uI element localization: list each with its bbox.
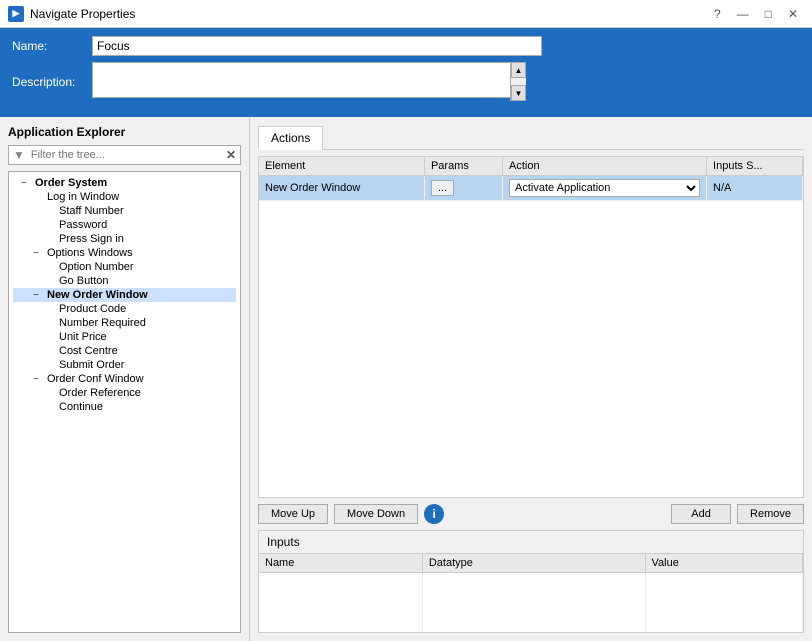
inputs-col-value: Value [645, 554, 802, 573]
app-explorer-title: Application Explorer [8, 125, 241, 139]
table-row[interactable]: New Order Window... Activate ApplicationC… [259, 176, 803, 201]
tree-label-order-reference: Order Reference [59, 387, 141, 399]
tree-label-log-in-window: Log in Window [47, 191, 119, 203]
tree-label-cost-centre: Cost Centre [59, 345, 118, 357]
col-action: Action [503, 157, 707, 176]
col-params: Params [424, 157, 502, 176]
tree-label-product-code: Product Code [59, 303, 126, 315]
tree-toggle-new-order-window[interactable]: − [33, 290, 47, 301]
filter-row: ▼ ✕ [8, 145, 241, 165]
tree-container: −Order SystemLog in WindowStaff NumberPa… [8, 171, 241, 633]
tree-item-unit-price[interactable]: Unit Price [13, 330, 236, 344]
description-wrapper: ▲ ▼ [92, 62, 526, 101]
cell-params: ... [424, 176, 502, 201]
title-bar: ▶ Navigate Properties ? — □ ✕ [0, 0, 812, 28]
tree-label-order-system: Order System [35, 177, 107, 189]
tree-item-staff-number[interactable]: Staff Number [13, 204, 236, 218]
app-icon: ▶ [8, 6, 24, 22]
table-header-row: Element Params Action Inputs S... [259, 157, 803, 176]
tree-item-continue[interactable]: Continue [13, 400, 236, 414]
tab-bar: Actions [258, 125, 804, 150]
col-inputs: Inputs S... [707, 157, 803, 176]
tab-actions[interactable]: Actions [258, 126, 323, 150]
tree-label-go-button: Go Button [59, 275, 109, 287]
tree-label-order-conf-window: Order Conf Window [47, 373, 144, 385]
scroll-down[interactable]: ▼ [511, 85, 526, 101]
main-content: Application Explorer ▼ ✕ −Order SystemLo… [0, 117, 812, 641]
tree-toggle-order-conf-window[interactable]: − [33, 374, 47, 385]
tree-item-order-reference[interactable]: Order Reference [13, 386, 236, 400]
tree-label-options-windows: Options Windows [47, 247, 133, 259]
tree-item-press-sign-in[interactable]: Press Sign in [13, 232, 236, 246]
cell-element: New Order Window [259, 176, 424, 201]
tree-item-submit-order[interactable]: Submit Order [13, 358, 236, 372]
inputs-empty-row [259, 572, 803, 632]
params-button[interactable]: ... [431, 180, 454, 196]
title-bar-controls: ? — □ ✕ [708, 5, 804, 23]
tree-item-log-in-window[interactable]: Log in Window [13, 190, 236, 204]
tree-label-new-order-window: New Order Window [47, 289, 148, 301]
inputs-table: Name Datatype Value [259, 554, 803, 633]
inputs-section: Inputs Name Datatype Value [258, 530, 804, 634]
inputs-col-datatype: Datatype [422, 554, 645, 573]
action-select[interactable]: Activate ApplicationClickType TextNaviga… [509, 179, 700, 197]
tree-item-options-windows[interactable]: −Options Windows [13, 246, 236, 260]
description-row: Description: ▲ ▼ [12, 62, 800, 101]
tree-item-product-code[interactable]: Product Code [13, 302, 236, 316]
move-down-button[interactable]: Move Down [334, 504, 418, 524]
left-panel: Application Explorer ▼ ✕ −Order SystemLo… [0, 117, 250, 641]
col-element: Element [259, 157, 424, 176]
tree-item-new-order-window[interactable]: −New Order Window [13, 288, 236, 302]
tree-item-order-conf-window[interactable]: −Order Conf Window [13, 372, 236, 386]
add-button[interactable]: Add [671, 504, 731, 524]
action-buttons-row: Move Up Move Down i Add Remove [258, 504, 804, 524]
tree-label-password: Password [59, 219, 107, 231]
tree-item-password[interactable]: Password [13, 218, 236, 232]
filter-icon: ▼ [9, 146, 29, 164]
scroll-up[interactable]: ▲ [511, 62, 526, 78]
info-icon[interactable]: i [424, 504, 444, 524]
inputs-header-row: Name Datatype Value [259, 554, 803, 573]
inputs-col-name: Name [259, 554, 422, 573]
title-bar-left: ▶ Navigate Properties [8, 6, 135, 22]
move-up-button[interactable]: Move Up [258, 504, 328, 524]
close-button[interactable]: ✕ [782, 5, 804, 23]
right-panel: Actions Element Params Action Inputs S..… [250, 117, 812, 641]
inputs-header: Inputs [259, 531, 803, 554]
tree-label-submit-order: Submit Order [59, 359, 124, 371]
inputs-body [259, 572, 803, 632]
cell-action: Activate ApplicationClickType TextNaviga… [503, 176, 707, 201]
cell-inputs: N/A [707, 176, 803, 201]
tree-item-number-required[interactable]: Number Required [13, 316, 236, 330]
name-label: Name: [12, 39, 92, 53]
filter-clear-button[interactable]: ✕ [222, 146, 240, 164]
tree-item-order-system[interactable]: −Order System [13, 176, 236, 190]
actions-table: Element Params Action Inputs S... New Or… [259, 157, 803, 201]
tree-item-go-button[interactable]: Go Button [13, 274, 236, 288]
name-input[interactable] [92, 36, 542, 56]
description-input[interactable] [92, 62, 526, 98]
actions-table-container: Element Params Action Inputs S... New Or… [258, 156, 804, 498]
window-title: Navigate Properties [30, 7, 135, 21]
tree-label-staff-number: Staff Number [59, 205, 124, 217]
tree-label-press-sign-in: Press Sign in [59, 233, 124, 245]
header-form: Name: Description: ▲ ▼ [0, 28, 812, 117]
tree-toggle-options-windows[interactable]: − [33, 248, 47, 259]
description-label: Description: [12, 75, 92, 89]
help-button[interactable]: ? [708, 5, 727, 23]
tree-toggle-order-system[interactable]: − [21, 178, 35, 189]
tree-label-continue: Continue [59, 401, 103, 413]
tree-label-unit-price: Unit Price [59, 331, 107, 343]
tree-label-number-required: Number Required [59, 317, 146, 329]
scrollbar: ▲ ▼ [510, 62, 526, 101]
name-row: Name: [12, 36, 800, 56]
tree-label-option-number: Option Number [59, 261, 134, 273]
minimize-button[interactable]: — [731, 5, 755, 23]
filter-input[interactable] [29, 147, 222, 163]
tree-item-option-number[interactable]: Option Number [13, 260, 236, 274]
tree-item-cost-centre[interactable]: Cost Centre [13, 344, 236, 358]
maximize-button[interactable]: □ [759, 5, 778, 23]
remove-button[interactable]: Remove [737, 504, 804, 524]
